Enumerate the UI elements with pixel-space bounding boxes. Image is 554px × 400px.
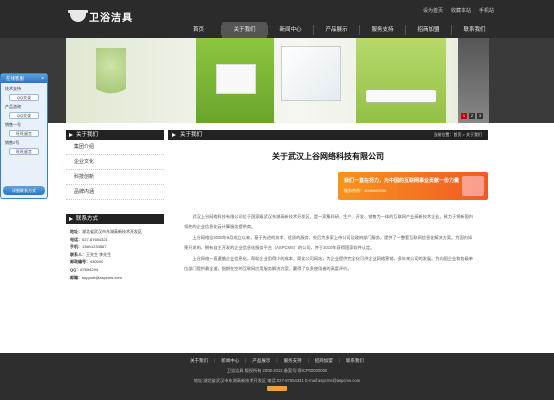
wangwang-message-button[interactable]: 旺旺留言 [9,130,39,137]
sink-graphic [366,90,436,102]
footer-link-franchise[interactable]: 招商加盟 [315,358,333,364]
sidebar-item-culture[interactable]: 企业文化 [66,155,164,170]
top-links: 设为首页 收藏本站 手机站 [423,7,494,14]
bathtub-icon [68,9,88,22]
footer-address: 地址:湖北省武汉市东湖高新技术开发区 电话:027-87654321 E-mai… [193,378,361,383]
nav-home[interactable]: 首页 [176,22,221,38]
footer-link-news[interactable]: 新闻中心 [221,358,239,364]
article-paragraph: 上谷网络自2008年9月成立以来，基于先进的技术、优质的服务，先后为多家上市公司… [184,235,473,250]
footer-link-about[interactable]: 关于我们 [190,358,208,364]
qq-chat-button[interactable]: QQ交谈 [9,94,39,101]
article-paragraph: 上谷网络一直遵循企业信息化，帮助企业用得少的成本，简化公司网站，为企业提供完全化… [184,256,473,271]
nav-about[interactable]: 关于我们 [222,22,267,38]
article-paragraph: 武汉上谷网络科技有限公司位于国家级武汉东湖高新技术开发区，是一家集科研、生产、开… [184,214,473,229]
contact-person: 联系人：王先生 李先生 [70,251,112,257]
main-nav: 首页 关于我们 新闻中心 产品展示 服务支持 招商加盟 联系我们 [176,22,497,38]
banner-dot[interactable]: 1 [461,113,467,119]
left-sidebar: 关于我们 集团介绍 企业文化 科技创新 品牌内涵 联系方式 地址：湖北省武汉市东… [66,130,164,285]
promo-banner[interactable]: 我们一直在努力，为中国的互联网事业贡献一份力量 服务热线：4006666936 [338,172,488,200]
shelf-graphic [216,64,256,94]
contact-mobile: 手机：13601234567 [70,244,107,250]
site-header: 卫浴洁具 设为首页 收藏本站 手机站 首页 关于我们 新闻中心 产品展示 服务支… [0,0,554,38]
online-service-panel: 在线客服 × 技术支持 QQ交谈 产品咨询 QQ交谈 销售一号 旺旺留言 销售2… [0,73,48,199]
contact-email[interactable]: 邮箱：support@aspcms.com [70,274,160,282]
bookmark-link[interactable]: 收藏本站 [451,7,471,14]
footer-link-contact[interactable]: 联系我们 [346,358,364,364]
contact-postcode: 邮政编号：430000 [70,259,104,265]
contact-details: 地址：湖北省武汉市东湖高新技术开发区 电话：027-87654321 手机：13… [66,224,164,285]
contact-title: 联系方式 [66,214,164,224]
nav-franchise[interactable]: 招商加盟 [406,22,451,38]
service-group-label: 产品咨询 [5,104,21,109]
nav-service[interactable]: 服务支持 [360,22,405,38]
set-homepage-link[interactable]: 设为首页 [423,7,443,14]
site-logo[interactable]: 卫浴洁具 [68,9,133,24]
contact-address: 地址：湖北省武汉市东湖高新技术开发区 [70,229,142,234]
certification-badge[interactable] [267,386,287,391]
side-image [458,38,489,123]
site-footer: 关于我们 | 新闻中心 | 产品展示 | 服务支持 | 招商加盟 | 联系我们 卫浴洁具 … [0,353,554,400]
section-title: 关于我们 [180,132,203,138]
service-group-label: 销售一号 [5,122,21,127]
main-content: 关于我们 当前位置：首页 > 关于我们 关于武汉上谷网络科技有限公司 我们一直在… [168,130,488,271]
article-title: 关于武汉上谷网络科技有限公司 [272,151,384,161]
breadcrumb[interactable]: 当前位置：首页 > 关于我们 [433,130,482,140]
service-group-label: 销售2号 [5,140,20,145]
hero-banner[interactable]: 1 2 3 [66,38,489,123]
qq-chat-button[interactable]: QQ交谈 [9,112,39,119]
promo-slogan: 我们一直在努力，为中国的互联网事业贡献一份力量 [344,178,460,184]
footer-copyright: 卫浴洁具 版权所有 2008-2012 备案号:鄂ICP00000000 [226,368,328,373]
banner-pager: 1 2 3 [461,113,483,119]
service-panel-header: 在线客服 × [1,74,47,83]
promo-hotline: 服务热线：4006666936 [344,188,387,193]
mobile-site-link[interactable]: 手机站 [479,7,494,14]
contact-box: 联系方式 地址：湖北省武汉市东湖高新技术开发区 电话：027-87654321 … [66,214,164,285]
contact-details-button[interactable]: 详细联系方式 [3,186,45,195]
contact-phone: 电话：027-87654321 [70,236,108,242]
nav-news[interactable]: 新闻中心 [268,22,313,38]
service-panel-title: 在线客服 [6,76,24,81]
banner-dot[interactable]: 2 [469,113,475,119]
service-group-label: 技术支持 [5,86,21,91]
sidebar-about-title: 关于我们 [66,130,164,140]
plant-graphic [96,48,126,108]
contact-qq: QQ：87654294 [70,266,99,272]
footer-link-service[interactable]: 服务支持 [284,358,302,364]
footer-link-products[interactable]: 产品展示 [252,358,270,364]
banner-dot[interactable]: 3 [477,113,483,119]
article-body: 武汉上谷网络科技有限公司位于国家级武汉东湖高新技术开发区，是一家集科研、生产、开… [184,212,476,274]
logo-text: 卫浴洁具 [89,13,133,24]
nav-products[interactable]: 产品展示 [314,22,359,38]
green-wall-graphic [356,38,446,123]
wangwang-message-button[interactable]: 旺旺留言 [9,148,39,155]
main-title-bar: 关于我们 当前位置：首页 > 关于我们 [168,130,488,140]
promo-image [462,176,484,196]
sidebar-item-innovation[interactable]: 科技创新 [66,170,164,185]
mirror-graphic [281,46,341,101]
sidebar-item-brand[interactable]: 品牌内涵 [66,185,164,200]
footer-nav: 关于我们 | 新闻中心 | 产品展示 | 服务支持 | 招商加盟 | 联系我们 [190,358,364,364]
nav-contact[interactable]: 联系我们 [452,22,497,38]
close-icon[interactable]: × [41,75,44,84]
sidebar-item-group-intro[interactable]: 集团介绍 [66,140,164,155]
